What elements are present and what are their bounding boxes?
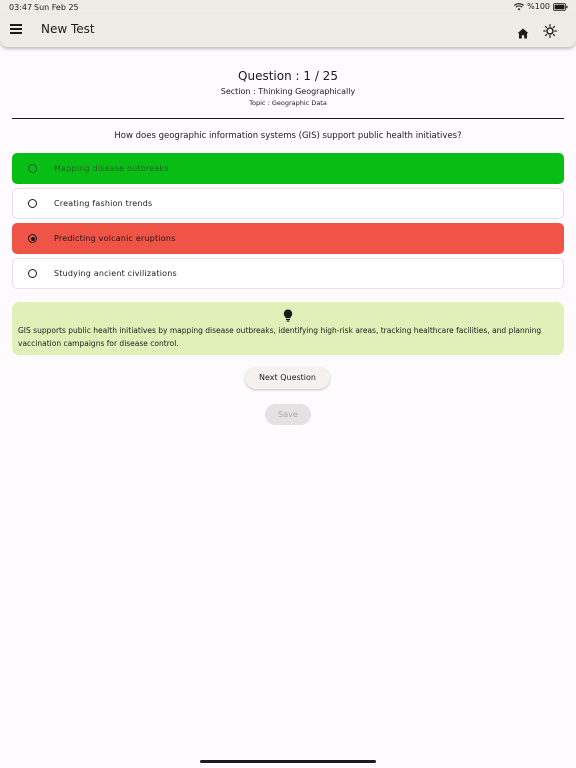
header-divider [12,118,564,119]
question-text: How does geographic information systems … [114,131,462,141]
section-label: Section : Thinking Geographically [220,87,356,96]
radio-button-selected[interactable] [28,234,37,243]
option-label: Mapping disease outbreaks [54,164,169,173]
status-bar: 03:47 Sun Feb 25 %100 [0,0,576,14]
option-studying-ancient-civilizations[interactable]: Studying ancient civilizations [12,258,564,289]
next-question-button[interactable]: Next Question [245,367,330,389]
wifi-icon [514,2,525,11]
explanation-card: GIS supports public health initiatives b… [12,302,564,355]
radio-button[interactable] [28,269,37,278]
status-indicators: %100 [514,2,568,11]
option-label: Predicting volcanic eruptions [54,234,176,243]
topic-label: Topic : Geographic Data [249,99,327,107]
option-label: Creating fashion trends [54,199,153,208]
status-date: Sun Feb 25 [34,3,79,12]
option-predicting-volcanic-eruptions[interactable]: Predicting volcanic eruptions [12,223,564,254]
home-indicator[interactable] [200,760,376,763]
battery-icon [553,2,568,11]
app-title: New Test [41,22,95,36]
battery-percentage: %100 [527,2,550,11]
option-creating-fashion-trends[interactable]: Creating fashion trends [12,188,564,219]
option-mapping-disease-outbreaks[interactable]: Mapping disease outbreaks [12,153,564,184]
question-counter: Question : 1 / 25 [238,69,338,83]
status-time: 03:47 [9,3,33,12]
menu-icon[interactable] [10,24,22,34]
explanation-text: GIS supports public health initiatives b… [18,326,542,348]
save-button[interactable]: Save [265,404,311,425]
radio-button[interactable] [28,164,37,173]
app-bar: New Test [0,14,576,47]
radio-button[interactable] [28,199,37,208]
brightness-icon[interactable] [543,23,557,42]
home-icon[interactable] [517,24,529,43]
option-label: Studying ancient civilizations [54,269,177,278]
